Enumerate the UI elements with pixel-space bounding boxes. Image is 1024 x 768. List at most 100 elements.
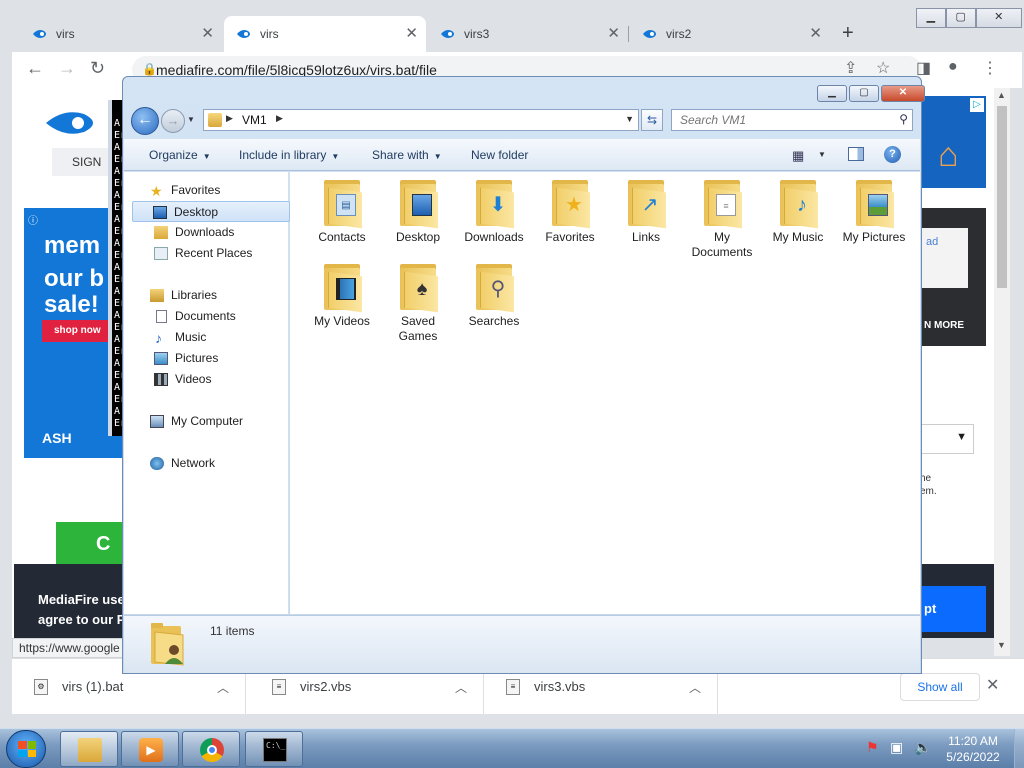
- nav-libraries[interactable]: Libraries: [124, 285, 282, 306]
- folder-my-pictures[interactable]: My Pictures: [836, 180, 912, 245]
- reload-icon[interactable]: ↻: [90, 58, 105, 79]
- nav-favorites[interactable]: ★ Favorites: [124, 180, 282, 201]
- view-options-icon[interactable]: ▦: [792, 148, 804, 164]
- tab-virs-1[interactable]: virs ✕: [20, 16, 222, 52]
- page-scrollbar[interactable]: ▲ ▼: [994, 88, 1010, 656]
- help-icon[interactable]: ?: [884, 146, 901, 163]
- refresh-button[interactable]: ⇆: [641, 109, 663, 131]
- nav-recent-places[interactable]: Recent Places: [124, 243, 282, 264]
- folder-searches[interactable]: ⚲ Searches: [456, 264, 532, 329]
- search-icon[interactable]: ⚲: [899, 112, 908, 126]
- taskbar-explorer[interactable]: [60, 731, 118, 767]
- maximize-icon[interactable]: ▢: [849, 85, 879, 102]
- recent-pages-icon[interactable]: ▼: [187, 115, 195, 124]
- close-icon[interactable]: ✕: [986, 675, 999, 695]
- close-icon[interactable]: ✕: [405, 16, 418, 52]
- volume-icon[interactable]: 🔈: [914, 739, 931, 756]
- forward-button[interactable]: →: [161, 109, 185, 133]
- back-arrow-icon[interactable]: ←: [26, 58, 44, 79]
- chevron-up-icon[interactable]: ︿: [217, 679, 229, 696]
- side-panel-icon[interactable]: ◨: [916, 58, 931, 78]
- show-all-button[interactable]: Show all: [900, 673, 980, 701]
- breadcrumb-arrow-icon[interactable]: ▶: [276, 113, 283, 124]
- music-icon: ♪: [155, 330, 162, 346]
- nav-music[interactable]: ♪ Music: [124, 327, 282, 348]
- chevron-up-icon[interactable]: ︿: [455, 679, 467, 696]
- right-ad-banner[interactable]: ▷ ⌂: [918, 96, 986, 188]
- minimize-icon[interactable]: ▁: [916, 8, 946, 28]
- address-bar[interactable]: ▶ VM1 ▶ ▼: [203, 109, 639, 131]
- organize-button[interactable]: Organize ▼: [149, 148, 211, 162]
- nav-documents[interactable]: Documents: [124, 306, 282, 327]
- menu-dots-icon[interactable]: ⋮: [982, 58, 998, 78]
- new-tab-icon[interactable]: +: [842, 22, 854, 45]
- profile-icon[interactable]: ●: [948, 58, 958, 76]
- show-desktop-button[interactable]: [1014, 729, 1024, 768]
- videos-folder-icon: [322, 264, 362, 313]
- mediafire-icon: [643, 30, 656, 38]
- close-icon[interactable]: ✕: [881, 85, 925, 102]
- adchoices-icon[interactable]: ▷: [970, 98, 984, 112]
- network-tray-icon[interactable]: ▣: [890, 739, 903, 756]
- dropdown-select[interactable]: ▼: [918, 424, 974, 454]
- close-icon[interactable]: ✕: [809, 16, 822, 52]
- scroll-up-icon[interactable]: ▲: [997, 90, 1006, 100]
- nav-pictures[interactable]: Pictures: [124, 348, 282, 369]
- tab-virs3[interactable]: virs3 ✕: [428, 16, 629, 52]
- folder-favorites[interactable]: ★ Favorites: [532, 180, 608, 245]
- ad-info-icon[interactable]: ⓘ: [28, 212, 38, 227]
- folder-contacts[interactable]: ▤ Contacts: [304, 180, 380, 245]
- taskbar-chrome[interactable]: [182, 731, 240, 767]
- maximize-icon[interactable]: ▢: [945, 8, 976, 28]
- mediafire-logo: [46, 112, 93, 134]
- right-panel-link[interactable]: ad: [918, 228, 968, 288]
- action-center-icon[interactable]: ⚑: [866, 739, 879, 756]
- scrollbar-thumb[interactable]: [997, 106, 1007, 288]
- nav-desktop[interactable]: Desktop: [132, 201, 290, 222]
- chevron-up-icon[interactable]: ︿: [689, 679, 701, 696]
- folder-downloads[interactable]: ⬇ Downloads: [456, 180, 532, 245]
- scroll-down-icon[interactable]: ▼: [997, 640, 1006, 650]
- folder-desktop[interactable]: Desktop: [380, 180, 456, 245]
- download-button[interactable]: C: [56, 522, 126, 566]
- start-button[interactable]: [6, 730, 46, 768]
- accept-button[interactable]: pt: [920, 586, 986, 632]
- system-clock[interactable]: 11:20 AM 5/26/2022: [938, 733, 1008, 765]
- search-box[interactable]: ⚲: [671, 109, 913, 131]
- breadcrumb-arrow-icon[interactable]: ▶: [226, 113, 233, 124]
- tab-virs-2[interactable]: virs ✕: [224, 16, 426, 52]
- chevron-down-icon[interactable]: ▼: [625, 114, 634, 124]
- nav-videos[interactable]: Videos: [124, 369, 282, 390]
- minimize-icon[interactable]: ▁: [817, 85, 847, 102]
- forward-arrow-icon[interactable]: →: [58, 58, 76, 79]
- preview-pane-icon[interactable]: [848, 147, 864, 161]
- tab-virs2[interactable]: virs2 ✕: [630, 16, 830, 52]
- taskbar-media-player[interactable]: ▶: [121, 731, 179, 767]
- sign-in-button[interactable]: SIGN: [52, 148, 112, 176]
- folder-links[interactable]: ↗ Links: [608, 180, 684, 245]
- command-bar: Organize ▼ Include in library ▼ Share with…: [124, 139, 920, 171]
- search-input[interactable]: [672, 110, 892, 130]
- pictures-folder-icon: [854, 180, 894, 229]
- share-icon[interactable]: ⇪: [844, 58, 857, 78]
- nav-network[interactable]: Network: [124, 453, 282, 474]
- nav-my-computer[interactable]: My Computer: [124, 411, 282, 432]
- taskbar-cmd[interactable]: C:\_: [245, 731, 303, 767]
- close-icon[interactable]: ✕: [607, 16, 620, 52]
- share-with-button[interactable]: Share with ▼: [372, 148, 442, 162]
- close-icon[interactable]: ✕: [201, 16, 214, 52]
- consent-text: MediaFire use: [38, 592, 125, 607]
- new-folder-button[interactable]: New folder: [471, 148, 528, 162]
- folder-my-music[interactable]: ♪ My Music: [760, 180, 836, 245]
- folder-my-documents[interactable]: ≡ My Documents: [684, 180, 760, 260]
- star-icon[interactable]: ☆: [876, 58, 890, 78]
- back-button[interactable]: ←: [131, 107, 159, 135]
- nav-downloads[interactable]: Downloads: [124, 222, 282, 243]
- breadcrumb[interactable]: VM1: [242, 113, 267, 127]
- chevron-down-icon[interactable]: ▼: [818, 150, 826, 159]
- folder-saved-games[interactable]: ♠ Saved Games: [380, 264, 456, 344]
- folder-my-videos[interactable]: My Videos: [304, 264, 380, 329]
- include-in-library-button[interactable]: Include in library ▼: [239, 148, 339, 162]
- close-icon[interactable]: ✕: [975, 8, 1022, 28]
- learn-more-button[interactable]: N MORE: [924, 320, 964, 331]
